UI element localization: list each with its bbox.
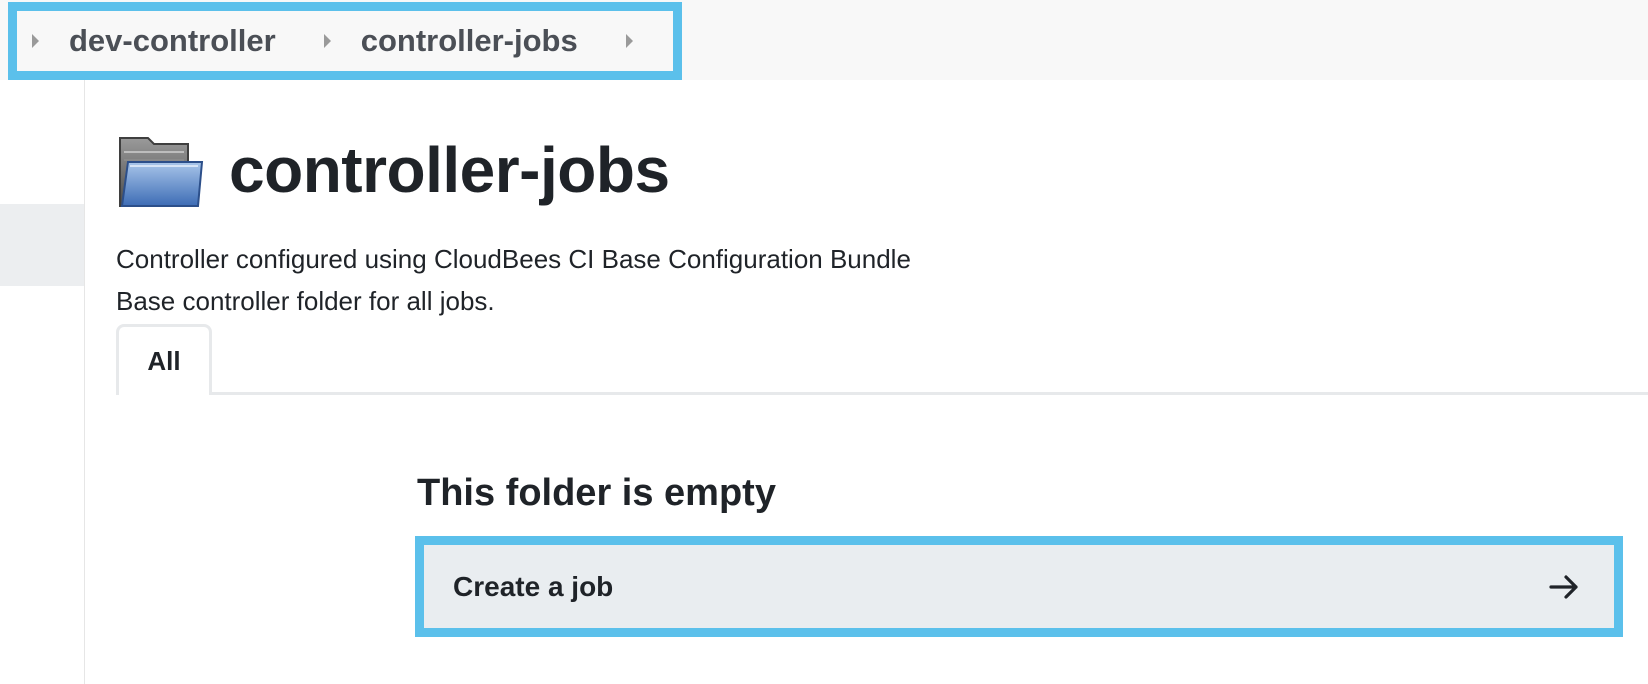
empty-state-title: This folder is empty	[417, 472, 776, 514]
tabs-baseline	[116, 392, 1648, 395]
breadcrumb-separator-icon[interactable]	[32, 34, 39, 48]
breadcrumb-item-dev-controller[interactable]: dev-controller	[69, 23, 276, 59]
breadcrumb-item-controller-jobs[interactable]: controller-jobs	[361, 23, 578, 59]
breadcrumb-separator-icon[interactable]	[625, 34, 633, 48]
description-line: Controller configured using CloudBees CI…	[116, 244, 911, 274]
tab-all[interactable]: All	[116, 324, 212, 395]
page-title: controller-jobs	[229, 134, 670, 206]
breadcrumb-separator-icon[interactable]	[323, 34, 331, 48]
arrow-right-icon	[1549, 574, 1578, 599]
create-job-button[interactable]: Create a job	[415, 536, 1623, 637]
sidebar-divider	[84, 80, 85, 684]
sidebar-active-item[interactable]	[0, 204, 84, 286]
breadcrumb: dev-controller controller-jobs	[17, 11, 633, 71]
folder-icon	[119, 137, 204, 207]
create-job-label: Create a job	[453, 570, 614, 602]
description-line: Base controller folder for all jobs.	[116, 286, 495, 316]
